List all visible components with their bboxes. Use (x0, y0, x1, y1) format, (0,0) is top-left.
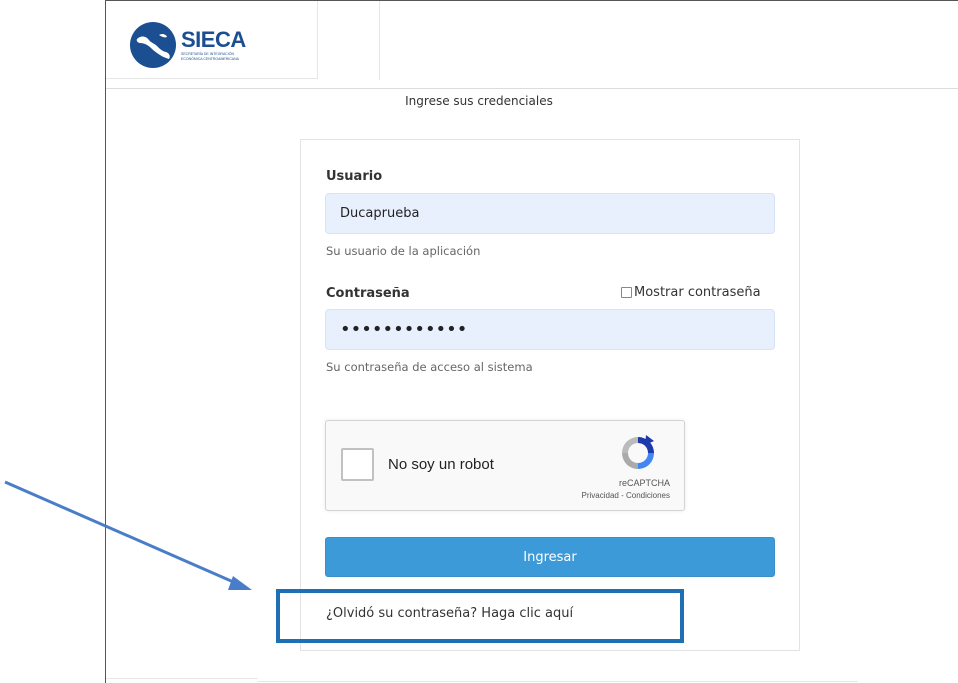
page-subtitle: Ingrese sus credenciales (405, 94, 553, 108)
password-mask: •••••••••••• (340, 319, 468, 340)
recaptcha-icon (622, 435, 654, 469)
username-value: Ducaprueba (340, 206, 420, 221)
password-label: Contraseña (326, 286, 410, 301)
logo-name: SIECA (181, 26, 246, 52)
recaptcha-links[interactable]: Privacidad - Condiciones (582, 491, 671, 500)
username-help: Su usuario de la aplicación (326, 244, 481, 258)
show-password-checkbox[interactable] (621, 287, 632, 298)
footer-divider-left (106, 678, 258, 679)
username-input[interactable]: Ducaprueba (325, 193, 775, 234)
footer-divider-right (258, 681, 858, 682)
logo-subtitle-line1: SECRETARÍA DE INTEGRACIÓN (181, 51, 235, 56)
logo-subtitle-line2: ECONÓMICA CENTROAMERICANA (181, 57, 239, 61)
show-password-label: Mostrar contraseña (634, 285, 761, 300)
password-input[interactable]: •••••••••••• (325, 309, 775, 350)
show-password-toggle[interactable]: Mostrar contraseña (621, 285, 761, 300)
header-divider (379, 1, 380, 80)
recaptcha-label: No soy un robot (388, 456, 494, 473)
annotation-highlight-box (276, 589, 684, 643)
recaptcha-brand: reCAPTCHA (618, 478, 670, 488)
header: SIECA SECRETARÍA DE INTEGRACIÓN ECONÓMIC… (106, 1, 958, 89)
password-help: Su contraseña de acceso al sistema (326, 360, 533, 374)
logo-cell: SIECA SECRETARÍA DE INTEGRACIÓN ECONÓMIC… (106, 1, 318, 79)
sieca-logo-mark-icon (130, 22, 176, 68)
recaptcha-checkbox[interactable] (341, 448, 374, 481)
sieca-logo[interactable]: SIECA SECRETARÍA DE INTEGRACIÓN ECONÓMIC… (129, 21, 246, 69)
login-button[interactable]: Ingresar (325, 537, 775, 577)
recaptcha-widget: No soy un robot reCAPTCHA Privacidad - C… (325, 420, 685, 511)
username-label: Usuario (326, 169, 383, 184)
logo-text: SIECA SECRETARÍA DE INTEGRACIÓN ECONÓMIC… (181, 26, 246, 62)
